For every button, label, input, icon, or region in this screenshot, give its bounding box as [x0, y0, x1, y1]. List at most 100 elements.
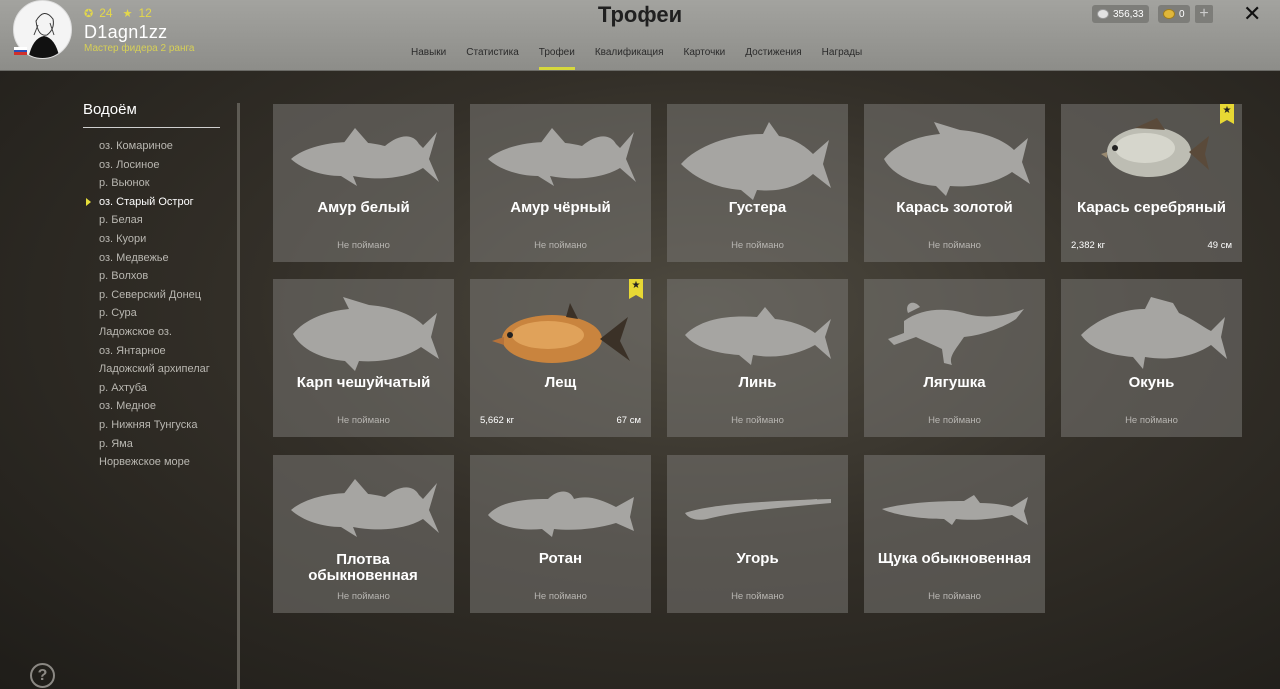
trophy-status: Не поймано [731, 591, 784, 602]
trophy-card[interactable]: Линь Не поймано [667, 279, 848, 437]
trophy-card[interactable]: ★ Лещ 5,662 кг 67 см [470, 279, 651, 437]
player-level: 24 [99, 6, 113, 20]
trophy-card[interactable]: ★ Карась серебряный 2,382 кг 49 см [1061, 104, 1242, 262]
waterbody-item[interactable]: р. Ахтуба [99, 380, 210, 399]
add-currency-button[interactable]: + [1195, 5, 1213, 23]
trophy-name: Густера [728, 199, 787, 216]
trophy-status: Не поймано [1125, 415, 1178, 426]
fish-silhouette-icon [681, 122, 831, 200]
trophy-name: Ротан [538, 550, 583, 567]
trophy-status: Не поймано [928, 415, 981, 426]
top-bar: ✪ 24 ★ 12 D1agn1zz Мастер фидера 2 ранга… [0, 0, 1280, 71]
trophy-status: Не поймано [337, 240, 390, 251]
fish-silhouette-icon [293, 297, 439, 371]
trophy-weight: 5,662 кг [480, 415, 515, 426]
trophy-card[interactable]: Амур чёрный Не поймано [470, 104, 651, 262]
sidebar-divider [83, 127, 220, 128]
trophy-name: Линь [738, 374, 777, 391]
trophy-card[interactable]: Карп чешуйчатый Не поймано [273, 279, 454, 437]
trophy-status: Не поймано [534, 240, 587, 251]
waterbody-item[interactable]: р. Нижняя Тунгуска [99, 417, 210, 436]
trophy-status: Не поймано [731, 415, 784, 426]
trophy-card[interactable]: Щука обыкновенная Не поймано [864, 455, 1045, 613]
waterbody-item[interactable]: оз. Медное [99, 398, 210, 417]
fish-silhouette-icon [685, 307, 831, 365]
waterbody-item[interactable]: оз. Янтарное [99, 343, 210, 362]
vertical-divider [237, 103, 240, 689]
close-icon[interactable]: ✕ [1243, 1, 1261, 27]
waterbody-item[interactable]: р. Сура [99, 305, 210, 324]
trophy-weight: 2,382 кг [1071, 240, 1106, 251]
player-rank: Мастер фидера 2 ранга [84, 43, 195, 54]
level-icon: ✪ [84, 7, 94, 20]
trophy-name: Карась серебряный [1077, 199, 1226, 216]
fish-image [1101, 118, 1209, 177]
star-icon: ★ [122, 7, 133, 20]
trophy-name: Лягушка [923, 374, 986, 391]
waterbody-item[interactable]: Норвежское море [99, 454, 210, 473]
silver-coin-icon [1097, 9, 1109, 19]
tab-trophies[interactable]: Трофеи [529, 46, 585, 70]
tab-statistics[interactable]: Статистика [456, 46, 529, 70]
trophy-status: Не поймано [337, 591, 390, 602]
help-icon[interactable]: ? [30, 663, 55, 688]
fish-silhouette-icon [882, 495, 1028, 525]
trophy-name: Окунь [1128, 374, 1175, 391]
waterbody-item[interactable]: оз. Лосиное [99, 157, 210, 176]
trophy-card[interactable]: Карась золотой Не поймано [864, 104, 1045, 262]
fish-silhouette-icon [888, 302, 1024, 365]
fish-silhouette-icon [291, 479, 439, 537]
trophy-status: Не поймано [337, 415, 390, 426]
gold-amount: 0 [1179, 8, 1185, 20]
tab-achievements[interactable]: Достижения [735, 46, 811, 70]
russia-flag-icon [14, 47, 27, 55]
trophy-status: Не поймано [731, 240, 784, 251]
trophy-name: Амур белый [317, 199, 410, 216]
tab-qualification[interactable]: Квалификация [585, 46, 674, 70]
trophy-name: Карп чешуйчатый [296, 374, 431, 391]
waterbody-item[interactable]: Ладожское оз. [99, 324, 210, 343]
waterbody-item[interactable]: оз. Медвежье [99, 250, 210, 269]
waterbody-list: оз. Комариное оз. Лосиное р. Вьюнок оз. Ста… [86, 138, 210, 473]
trophy-card[interactable]: Угорь Не поймано [667, 455, 848, 613]
silver-amount: 356,33 [1113, 8, 1144, 20]
fish-silhouette-icon [884, 122, 1030, 196]
waterbody-item[interactable]: р. Волхов [99, 268, 210, 287]
waterbody-item[interactable]: р. Яма [99, 436, 210, 455]
trophy-card[interactable]: Плотва обыкновенная Не поймано [273, 455, 454, 613]
waterbody-item[interactable]: оз. Куори [99, 231, 210, 250]
trophy-card[interactable]: Густера Не поймано [667, 104, 848, 262]
tab-cards[interactable]: Карточки [674, 46, 736, 70]
fish-silhouette-icon [1081, 297, 1227, 369]
tab-rewards[interactable]: Награды [812, 46, 873, 70]
waterbody-item[interactable]: р. Белая [99, 212, 210, 231]
trophy-name: Лещ [544, 374, 577, 391]
waterbody-item[interactable]: Ладожский архипелаг [99, 361, 210, 380]
fish-silhouette-icon [488, 491, 634, 537]
waterbody-item[interactable]: оз. Комариное [99, 138, 210, 157]
waterbody-item[interactable]: р. Северский Донец [99, 287, 210, 306]
trophy-name: Карась золотой [896, 199, 1013, 216]
player-stars: 12 [138, 6, 152, 20]
trophy-card[interactable]: Ротан Не поймано [470, 455, 651, 613]
trophy-status: Не поймано [928, 240, 981, 251]
username: D1agn1zz [84, 22, 168, 42]
trophy-status: Не поймано [534, 591, 587, 602]
trophy-card[interactable]: Окунь Не поймано [1061, 279, 1242, 437]
waterbody-item[interactable]: р. Вьюнок [99, 175, 210, 194]
trophy-length: 67 см [616, 415, 642, 426]
trophy-name: Щука обыкновенная [877, 550, 1032, 567]
silver-balance[interactable]: 356,33 [1092, 5, 1149, 23]
tab-bar: Навыки Статистика Трофеи Квалификация Ка… [401, 46, 872, 70]
trophy-name: Угорь [736, 550, 779, 567]
gold-balance[interactable]: 0 [1158, 5, 1190, 23]
fish-silhouette-icon [685, 499, 831, 520]
gold-coin-icon [1163, 9, 1175, 19]
page-title: Трофеи [597, 2, 683, 27]
player-stats: ✪ 24 ★ 12 [84, 6, 152, 20]
waterbody-item[interactable]: оз. Старый Острог [86, 194, 210, 213]
trophy-card[interactable]: Амур белый Не поймано [273, 104, 454, 262]
fish-image [492, 303, 630, 363]
tab-skills[interactable]: Навыки [401, 46, 456, 70]
trophy-card[interactable]: Лягушка Не поймано [864, 279, 1045, 437]
